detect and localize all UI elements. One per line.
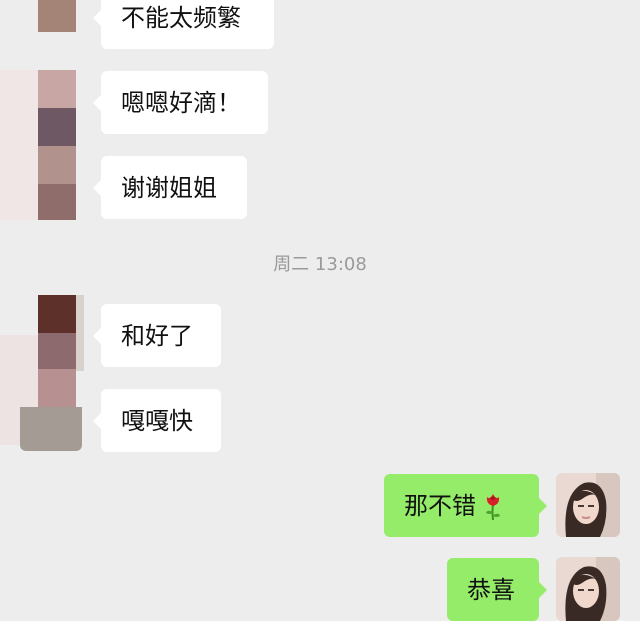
message-bubble-incoming[interactable]: 谢谢姐姐 xyxy=(93,156,247,219)
message-text: 不能太频繁 xyxy=(121,3,241,32)
message-bubble-incoming[interactable]: 和好了 xyxy=(93,304,221,367)
sender-avatar-mosaic-top[interactable] xyxy=(0,0,80,230)
message-text: 恭喜 xyxy=(467,575,515,604)
rose-icon xyxy=(486,493,500,520)
message-text: 嗯嗯好滴！ xyxy=(121,88,241,117)
message-bubble-incoming[interactable]: 嗯嗯好滴！ xyxy=(93,71,268,134)
message-bubble-incoming[interactable]: 嘎嘎快 xyxy=(93,389,221,452)
message-text: 嘎嘎快 xyxy=(121,406,193,435)
avatar-image xyxy=(556,473,620,537)
message-text: 和好了 xyxy=(121,321,193,350)
message-bubble-outgoing[interactable]: 恭喜 xyxy=(447,558,547,621)
chat-view: 不能太频繁 嗯嗯好滴！ 谢谢姐姐 周二 13:08 和好了 嘎嘎快 那不错 恭喜 xyxy=(0,0,640,621)
avatar-image xyxy=(556,557,620,621)
message-bubble-incoming[interactable]: 不能太频繁 xyxy=(93,0,274,49)
my-avatar[interactable] xyxy=(556,557,620,621)
sender-avatar-mosaic-bottom[interactable] xyxy=(0,295,84,455)
message-bubble-outgoing[interactable]: 那不错 xyxy=(384,474,547,537)
message-text: 那不错 xyxy=(404,491,476,520)
message-text: 谢谢姐姐 xyxy=(121,173,217,202)
my-avatar[interactable] xyxy=(556,473,620,537)
message-timestamp: 周二 13:08 xyxy=(273,254,367,275)
